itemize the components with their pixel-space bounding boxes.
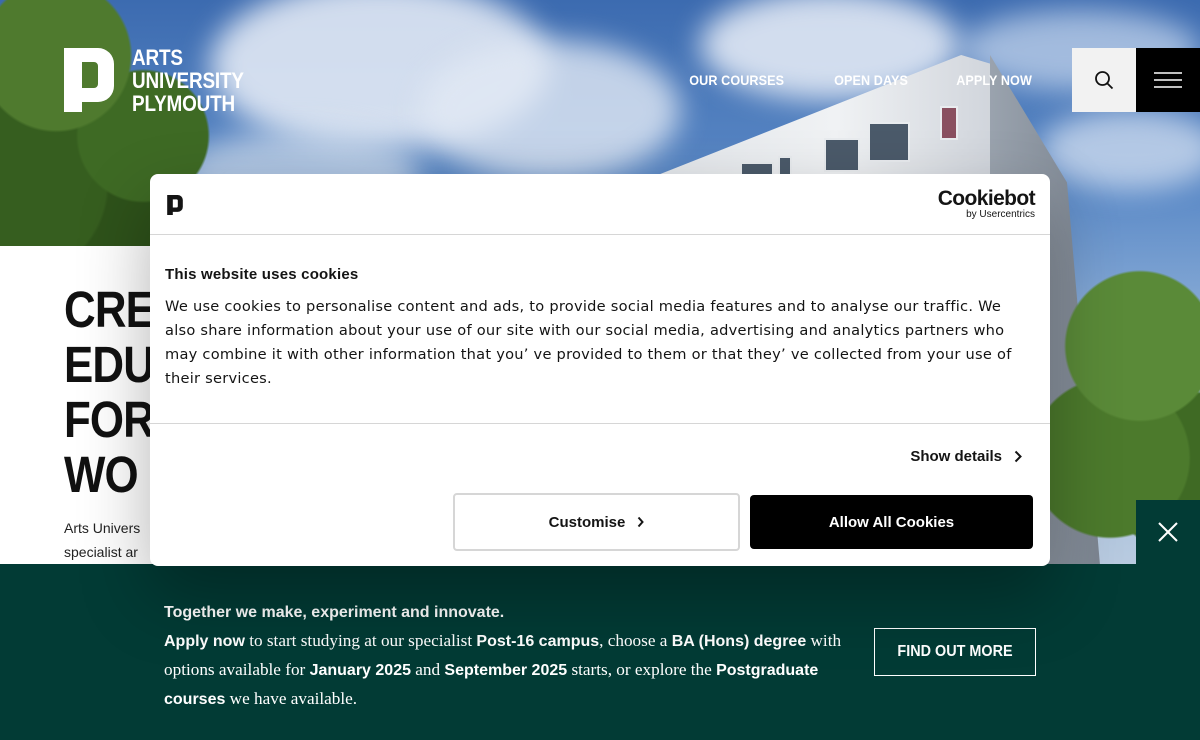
banner-close-button[interactable]: [1136, 500, 1200, 564]
banner-text: Together we make, experiment and innovat…: [164, 604, 842, 708]
post16-link[interactable]: Post-16 campus: [476, 633, 599, 650]
site-logo-icon: [167, 195, 183, 215]
nav-apply-now[interactable]: APPLY NOW: [956, 72, 1032, 88]
logo-wordmark: ARTS UNIVERSITY PLYMOUTH: [132, 45, 244, 116]
main-nav: OUR COURSES OPEN DAYS APPLY NOW: [684, 72, 1036, 88]
nav-our-courses[interactable]: OUR COURSES: [690, 72, 785, 88]
ba-hons-link[interactable]: BA (Hons) degree: [672, 633, 807, 650]
search-icon: [1095, 71, 1114, 90]
hamburger-menu-icon: [1154, 72, 1182, 88]
cookie-dialog-body: This website uses cookies We use cookies…: [165, 266, 1025, 391]
find-out-more-button[interactable]: FIND OUT MORE: [874, 628, 1036, 676]
show-details-link[interactable]: Show details: [910, 448, 1022, 465]
allow-all-cookies-button[interactable]: Allow All Cookies: [750, 495, 1033, 549]
divider: [150, 423, 1050, 424]
promo-banner: Together we make, experiment and innovat…: [0, 564, 1200, 740]
search-button[interactable]: [1072, 48, 1136, 112]
cookiebot-logo[interactable]: Cookiebot by Usercentrics: [938, 187, 1036, 220]
chevron-right-icon: [638, 516, 645, 528]
logo-mark-icon: [64, 48, 114, 112]
close-icon: [1158, 522, 1178, 542]
university-logo[interactable]: ARTS UNIVERSITY PLYMOUTH: [64, 45, 264, 116]
cookie-consent-dialog: Cookiebot by Usercentrics This website u…: [150, 174, 1050, 566]
menu-button[interactable]: [1136, 48, 1200, 112]
apply-now-link[interactable]: Apply now: [164, 633, 245, 650]
cookie-title: This website uses cookies: [165, 266, 359, 283]
customise-button[interactable]: Customise: [453, 493, 740, 551]
cookie-dialog-header: Cookiebot by Usercentrics: [150, 174, 1050, 235]
nav-open-days[interactable]: OPEN DAYS: [834, 72, 908, 88]
cookie-description: We use cookies to personalise content an…: [165, 298, 1012, 387]
chevron-right-icon: [1014, 450, 1022, 463]
